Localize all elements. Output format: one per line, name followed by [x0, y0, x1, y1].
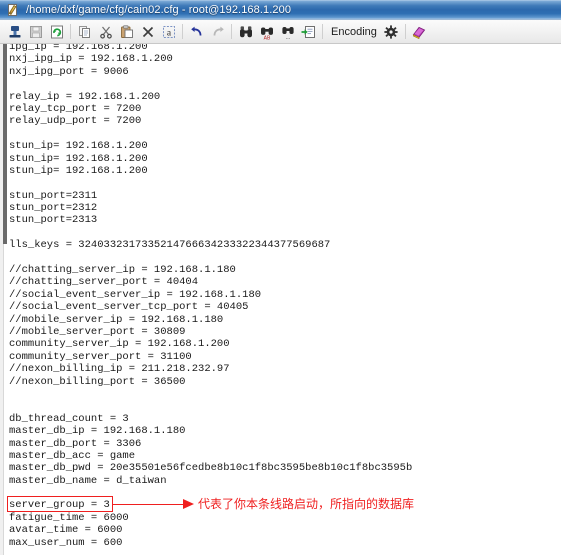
code-line: community_server_ip = 192.168.1.200 [9, 338, 230, 351]
svg-text:...: ... [285, 35, 290, 40]
copy-icon[interactable] [75, 22, 94, 41]
toolbar-separator [70, 24, 71, 39]
editor-window: /home/dxf/game/cfg/cain02.cfg - root@192… [0, 0, 561, 555]
code-line: //nexon_billing_ip = 211.218.232.97 [9, 363, 230, 376]
toolbar-separator [404, 24, 406, 39]
code-line: //social_event_server_tcp_port = 40405 [9, 301, 249, 314]
window-title: /home/dxf/game/cfg/cain02.cfg - root@192… [26, 3, 292, 16]
clipboard-paste-icon[interactable] [117, 22, 136, 41]
code-line: stun_port=2311 [9, 189, 98, 202]
code-line: relay_ip = 192.168.1.200 [9, 90, 161, 103]
code-line: lls_keys = 32403323173352147666342333223… [9, 239, 331, 252]
code-line: //chatting_server_port = 40404 [9, 276, 199, 289]
code-line: stun_ip= 192.168.1.200 [9, 152, 148, 165]
code-line: fatigue_time = 6000 [9, 511, 129, 524]
encoding-label[interactable]: Encoding [331, 26, 377, 38]
code-line: master_db_pwd = 20e35501e56fcedbe8b10c1f… [9, 462, 413, 475]
code-line: ipg_ip = 192.168.1.200 [9, 44, 148, 53]
code-line: avatar_time = 6000 [9, 524, 123, 537]
document-edit-icon [6, 3, 20, 17]
code-line: master_db_acc = game [9, 449, 136, 462]
code-line: stun_ip= 192.168.1.200 [9, 164, 148, 177]
code-line: community_server_port = 31100 [9, 350, 192, 363]
text-editor-area[interactable]: ipg_ip = 192.168.1.200 nxj_ipg_ip = 192.1… [0, 44, 561, 555]
code-line: //mobile_server_ip = 192.168.1.180 [9, 313, 224, 326]
code-line: master_db_name = d_taiwan [9, 474, 167, 487]
code-line: master_db_port = 3306 [9, 437, 142, 450]
code-line: relay_udp_port = 7200 [9, 115, 142, 128]
floppy-disk-icon[interactable] [26, 22, 45, 41]
binoculars-replace-icon[interactable]: ... [278, 22, 297, 41]
window-titlebar[interactable]: /home/dxf/game/cfg/cain02.cfg - root@192… [0, 0, 561, 20]
redo-arrow-icon[interactable] [208, 22, 227, 41]
code-line: //mobile_server_port = 30809 [9, 325, 186, 338]
code-line: db_thread_count = 3 [9, 412, 129, 425]
code-line: stun_port=2313 [9, 214, 98, 227]
code-line: nxj_ipg_port = 9006 [9, 65, 129, 78]
code-line: stun_port=2312 [9, 202, 98, 215]
code-line: nxj_ipg_ip = 192.168.1.200 [9, 53, 173, 66]
config-file-text[interactable]: ipg_ip = 192.168.1.200 nxj_ipg_ip = 192.1… [9, 44, 412, 555]
code-line: relay_tcp_port = 7200 [9, 102, 142, 115]
toolbar: a AB ... Encoding [0, 20, 561, 44]
vertical-scrollbar-thumb[interactable] [3, 44, 7, 244]
code-line: stun_ip= 192.168.1.200 [9, 140, 148, 153]
goto-line-icon[interactable] [299, 22, 318, 41]
toolbar-separator [231, 24, 232, 39]
scissors-icon[interactable] [96, 22, 115, 41]
binoculars-icon[interactable] [236, 22, 255, 41]
books-options-icon[interactable] [410, 22, 429, 41]
code-line: //chatting_server_ip = 192.168.1.180 [9, 264, 236, 277]
binoculars-next-icon[interactable]: AB [257, 22, 276, 41]
encoding-gear-icon[interactable] [382, 22, 401, 41]
ftp-connect-icon[interactable] [5, 22, 24, 41]
toolbar-separator [182, 24, 183, 39]
code-line: max_user_num = 600 [9, 536, 123, 549]
code-line: //social_event_server_ip = 192.168.1.180 [9, 288, 262, 301]
close-x-icon[interactable] [138, 22, 157, 41]
annotation-text: 代表了你本条线路启动，所指向的数据库 [198, 497, 415, 511]
code-line: master_db_ip = 192.168.1.180 [9, 425, 186, 438]
undo-arrow-icon[interactable] [187, 22, 206, 41]
toolbar-separator [322, 24, 323, 39]
code-line: //nexon_billing_port = 36500 [9, 375, 186, 388]
select-all-a-icon[interactable]: a [159, 22, 178, 41]
refresh-icon[interactable] [47, 22, 66, 41]
svg-text:AB: AB [263, 35, 270, 40]
